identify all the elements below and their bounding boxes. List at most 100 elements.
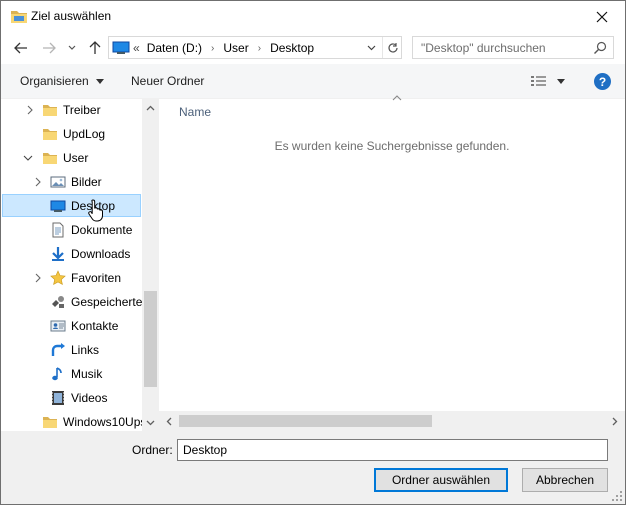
- content-scroll-area: [608, 99, 625, 411]
- tree-item-dokumente[interactable]: Dokumente: [1, 219, 142, 241]
- breadcrumb-desktop[interactable]: Desktop: [270, 41, 314, 55]
- dialog-footer: Ordner: Ordner auswählen Abbrechen: [1, 431, 625, 504]
- navigation-bar: « Daten (D:) › User › Desktop "Desktop": [1, 32, 625, 64]
- tree-item-videos[interactable]: Videos: [1, 387, 142, 409]
- tree-item-bilder[interactable]: Bilder: [1, 171, 142, 193]
- chevron-right-icon[interactable]: ›: [211, 43, 214, 54]
- folder-icon: [11, 11, 27, 23]
- chevron-up-icon: [146, 105, 155, 110]
- chevron-down-icon: [146, 420, 155, 425]
- help-button[interactable]: ?: [594, 73, 611, 90]
- tree-item-musik[interactable]: Musik: [1, 363, 142, 385]
- scroll-thumb[interactable]: [144, 291, 157, 387]
- tree-item-favoriten[interactable]: Favoriten: [1, 267, 142, 289]
- scroll-down-button[interactable]: [142, 414, 159, 431]
- command-toolbar: Organisieren Neuer Ordner ?: [1, 64, 625, 99]
- folder-input[interactable]: [177, 439, 608, 461]
- tree-item-user[interactable]: User: [1, 147, 142, 169]
- organize-label: Organisieren: [20, 74, 89, 88]
- horizontal-scrollbar[interactable]: [159, 411, 625, 431]
- scroll-right-button[interactable]: [605, 411, 625, 431]
- chevron-right-icon[interactable]: [33, 272, 43, 284]
- new-folder-button[interactable]: Neuer Ordner: [131, 74, 204, 88]
- arrow-up-icon: [89, 41, 101, 54]
- title-bar: Ziel auswählen: [1, 1, 625, 32]
- breadcrumb-overflow[interactable]: «: [133, 41, 140, 55]
- tree-item-downloads[interactable]: Downloads: [1, 243, 142, 265]
- desktop-icon: [50, 200, 66, 212]
- folder-icon: [43, 153, 57, 164]
- pictures-icon: [50, 176, 66, 188]
- refresh-button[interactable]: [382, 37, 402, 58]
- column-header-name[interactable]: Name: [179, 105, 211, 119]
- hand-cursor-icon: [88, 199, 103, 222]
- tree-item-label: Favoriten: [71, 271, 122, 285]
- close-button[interactable]: [579, 1, 625, 32]
- breadcrumb: « Daten (D:) › User › Desktop: [133, 41, 314, 55]
- address-bar[interactable]: « Daten (D:) › User › Desktop: [108, 36, 402, 59]
- downloads-icon: [52, 247, 64, 261]
- videos-icon: [52, 391, 64, 405]
- organize-button[interactable]: Organisieren: [20, 74, 104, 88]
- chevron-down-icon: [367, 45, 375, 50]
- refresh-icon: [387, 42, 398, 53]
- tree-item-label: Downloads: [71, 247, 131, 261]
- chevron-right-icon[interactable]: [33, 176, 43, 188]
- chevron-left-icon: [166, 417, 172, 425]
- folder-label: Ordner:: [132, 443, 173, 457]
- tree-item-label: Links: [71, 343, 100, 357]
- chevron-down-icon: [68, 45, 76, 50]
- navigation-pane: Treiber UpdLog User Bilder Desktop Dokum…: [1, 99, 142, 431]
- tree-item-desktop[interactable]: Desktop: [2, 194, 141, 217]
- chevron-right-icon[interactable]: ›: [258, 43, 261, 54]
- search-icon[interactable]: [593, 41, 607, 55]
- tree-item-label: Bilder: [71, 175, 102, 189]
- file-list[interactable]: Name Es wurden keine Suchergebnisse gefu…: [159, 95, 625, 411]
- chevron-down-icon[interactable]: [23, 152, 33, 164]
- documents-icon: [52, 222, 64, 238]
- back-button[interactable]: [11, 38, 31, 58]
- scroll-up-button[interactable]: [142, 99, 159, 116]
- breadcrumb-drive[interactable]: Daten (D:): [147, 41, 202, 55]
- saved-games-icon: [52, 296, 64, 308]
- star-icon: [50, 270, 66, 285]
- tree-item-gespeicherte[interactable]: Gespeicherte: [1, 291, 142, 313]
- tree-item-label: Videos: [71, 391, 108, 405]
- tree-item-label: Musik: [71, 367, 103, 381]
- resize-grip-icon[interactable]: [611, 490, 623, 502]
- chevron-right-icon: [612, 417, 618, 425]
- tree-item-label: Kontakte: [71, 319, 119, 333]
- chevron-right-icon[interactable]: [25, 104, 35, 116]
- empty-message: Es wurden keine Suchergebnisse gefunden.: [274, 139, 510, 153]
- contacts-icon: [50, 320, 66, 332]
- music-icon: [52, 367, 62, 381]
- tree-item-treiber[interactable]: Treiber: [1, 99, 142, 121]
- cancel-button[interactable]: Abbrechen: [522, 468, 608, 492]
- folder-icon: [43, 417, 57, 428]
- tree-item-label: Dokumente: [71, 223, 133, 237]
- details-view-icon: [531, 76, 565, 86]
- select-folder-button[interactable]: Ordner auswählen: [374, 468, 508, 492]
- up-button[interactable]: [85, 38, 105, 58]
- tree-item-updlog[interactable]: UpdLog: [1, 123, 142, 145]
- address-history-button[interactable]: [360, 37, 382, 58]
- chevron-down-icon: [95, 78, 104, 84]
- scroll-left-button[interactable]: [159, 411, 179, 431]
- tree-item-links[interactable]: Links: [1, 339, 142, 361]
- folder-icon: [43, 105, 57, 116]
- view-options-button[interactable]: [530, 73, 570, 89]
- tree-item-label: Gespeicherte: [71, 295, 142, 309]
- tree-item-label: UpdLog: [63, 127, 106, 141]
- tree-item-windows10ups[interactable]: Windows10Ups: [1, 411, 142, 431]
- recent-locations-button[interactable]: [64, 38, 80, 58]
- breadcrumb-user[interactable]: User: [223, 41, 248, 55]
- arrow-right-icon: [43, 42, 56, 54]
- tree-item-kontakte[interactable]: Kontakte: [1, 315, 142, 337]
- search-box[interactable]: "Desktop" durchsuchen: [412, 36, 614, 59]
- scroll-thumb[interactable]: [179, 415, 432, 427]
- tree-scrollbar[interactable]: [142, 99, 159, 431]
- forward-button[interactable]: [39, 38, 59, 58]
- desktop-icon: [112, 41, 130, 54]
- arrow-left-icon: [14, 42, 27, 54]
- window-title: Ziel auswählen: [31, 9, 112, 23]
